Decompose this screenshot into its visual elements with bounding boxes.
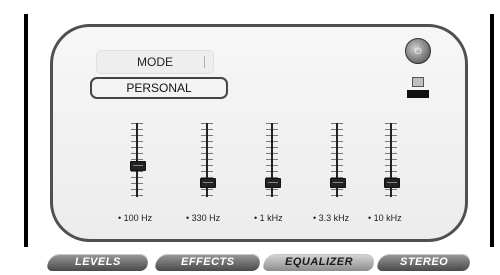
slider-330hz[interactable] [192, 120, 222, 202]
slider-1khz[interactable] [257, 120, 287, 202]
slider-handle[interactable] [330, 177, 346, 188]
slider-handle[interactable] [265, 177, 281, 188]
slider-handle[interactable] [130, 160, 146, 171]
power-knob-icon[interactable]: ⏻ [405, 38, 431, 64]
preset-label: PERSONAL [126, 81, 192, 95]
mode-button[interactable]: MODE [96, 50, 214, 74]
save-icon-base [407, 90, 429, 98]
tab-bar: LEVELS EFFECTS EQUALIZER STEREO [42, 254, 476, 271]
tab-equalizer[interactable]: EQUALIZER [262, 254, 376, 271]
save-preset-icon[interactable] [407, 77, 429, 99]
save-icon-top [412, 77, 424, 87]
slider-handle[interactable] [384, 177, 400, 188]
tab-effects[interactable]: EFFECTS [154, 254, 262, 271]
band-label-3-3khz: • 3.3 kHz [313, 213, 350, 223]
band-label-330hz: • 330 Hz [186, 213, 221, 223]
slider-10khz[interactable] [376, 120, 406, 202]
band-label-10khz: • 10 kHz [368, 213, 402, 223]
slider-3-3khz[interactable] [322, 120, 352, 202]
band-label-1khz: • 1 kHz [254, 213, 283, 223]
mode-divider [204, 56, 205, 68]
preset-selector[interactable]: PERSONAL [90, 77, 228, 99]
tab-levels[interactable]: LEVELS [46, 254, 150, 271]
tab-stereo[interactable]: STEREO [376, 254, 472, 271]
band-label-100hz: • 100 Hz [118, 213, 153, 223]
slider-100hz[interactable] [122, 120, 152, 202]
mode-label: MODE [137, 55, 173, 69]
slider-handle[interactable] [200, 177, 216, 188]
